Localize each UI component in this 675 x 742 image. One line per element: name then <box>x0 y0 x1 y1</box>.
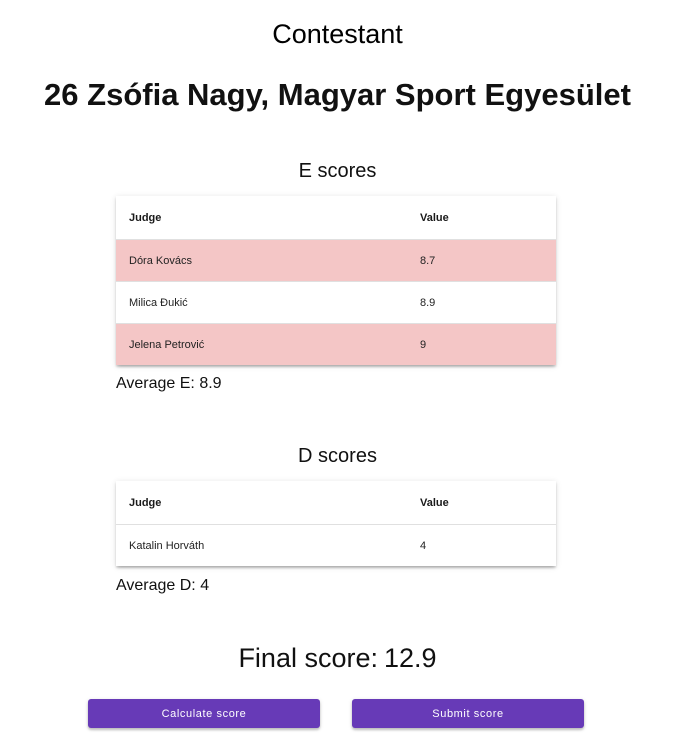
table-row: Jelena Petrović 9 <box>116 323 556 365</box>
judge-cell: Katalin Horváth <box>129 539 205 552</box>
judge-cell: Dóra Kovács <box>116 239 407 282</box>
table-header-row: Judge Value <box>116 481 556 525</box>
column-header-value: Value <box>407 481 556 525</box>
average-e: Average E: 8.9 <box>116 375 222 392</box>
final-score: Final score: 12.9 <box>0 641 675 675</box>
contestant-name: 26 Zsófia Nagy, Magyar Sport Egyesület <box>44 77 631 112</box>
judge-cell: Milica Đukić <box>116 281 407 324</box>
column-header-judge: Judge <box>116 481 407 525</box>
judge-cell: Jelena Petrović <box>116 323 407 365</box>
average-d: Average D: 4 <box>116 577 210 594</box>
table-row: Dóra Kovács 8.7 <box>116 239 556 282</box>
d-scores-title: D scores <box>298 445 377 467</box>
value-cell: 8.9 <box>407 281 556 324</box>
column-header-value: Value <box>407 196 556 240</box>
table-header-row: Judge Value <box>116 196 556 240</box>
e-scores-table: Judge Value Dóra Kovács 8.7 Milica Đukić… <box>116 196 556 365</box>
value-cell: 9 <box>407 323 556 365</box>
submit-score-button[interactable]: Submit score <box>352 699 584 728</box>
e-scores-title: E scores <box>298 160 377 182</box>
final-score-value: 12.9 <box>384 643 437 673</box>
value-cell: 8.7 <box>407 239 556 282</box>
column-header-judge: Judge <box>116 196 407 240</box>
table-row: Katalin Horváth 4 <box>116 525 556 567</box>
calculate-score-button[interactable]: Calculate score <box>88 699 320 728</box>
contestant-heading: Contestant <box>272 19 403 49</box>
value-cell: 4 <box>420 539 427 552</box>
table-row: Milica Đukić 8.9 <box>116 281 556 324</box>
final-score-label: Final score: <box>238 643 378 673</box>
d-scores-table: Judge Value Katalin Horváth 4 <box>116 481 556 566</box>
